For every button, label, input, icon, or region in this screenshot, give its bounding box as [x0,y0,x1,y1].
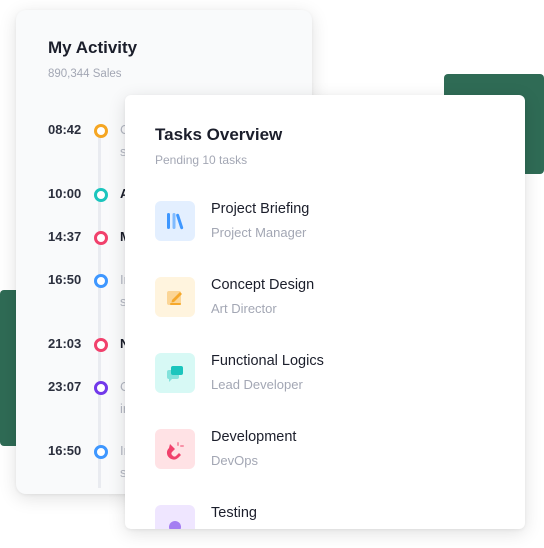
task-item-development[interactable]: Development DevOps [155,429,495,473]
task-title: Concept Design [211,277,315,293]
task-item-testing[interactable]: Testing [155,505,495,529]
pencil-edit-icon [155,277,195,317]
timeline-dot [94,338,108,352]
task-item-concept-design[interactable]: Concept Design Art Director [155,277,495,321]
task-item-project-briefing[interactable]: Project Briefing Project Manager [155,201,495,245]
timeline-time: 23:07 [48,379,82,394]
task-title: Functional Logics [211,353,324,369]
book-icon [155,201,195,241]
timeline-dot [94,188,108,202]
timeline-dot [94,124,108,138]
task-title: Testing [211,505,257,521]
activity-subtitle: 890,344 Sales [48,68,122,80]
task-role: Lead Developer [211,377,303,392]
timeline-dot [94,381,108,395]
task-title: Development [211,429,297,445]
activity-title: My Activity [48,38,138,57]
magnet-icon [155,429,195,469]
timeline-dot [94,274,108,288]
test-icon [155,505,195,529]
timeline-line [98,128,101,488]
timeline-time: 14:37 [48,229,82,244]
task-title: Project Briefing [211,201,310,217]
chat-icon [155,353,195,393]
task-item-functional-logics[interactable]: Functional Logics Lead Developer [155,353,495,397]
task-role: DevOps [211,453,258,468]
tasks-title: Tasks Overview [155,125,283,144]
timeline-time: 10:00 [48,186,82,201]
tasks-overview-card: Tasks Overview Pending 10 tasks Project … [125,95,525,529]
tasks-subtitle: Pending 10 tasks [155,153,248,167]
timeline-time: 16:50 [48,272,82,287]
timeline-time: 16:50 [48,443,82,458]
timeline-time: 21:03 [48,336,82,351]
task-role: Art Director [211,301,277,316]
task-role: Project Manager [211,225,307,240]
timeline-time: 08:42 [48,122,82,137]
timeline-dot [94,445,108,459]
timeline-dot [94,231,108,245]
